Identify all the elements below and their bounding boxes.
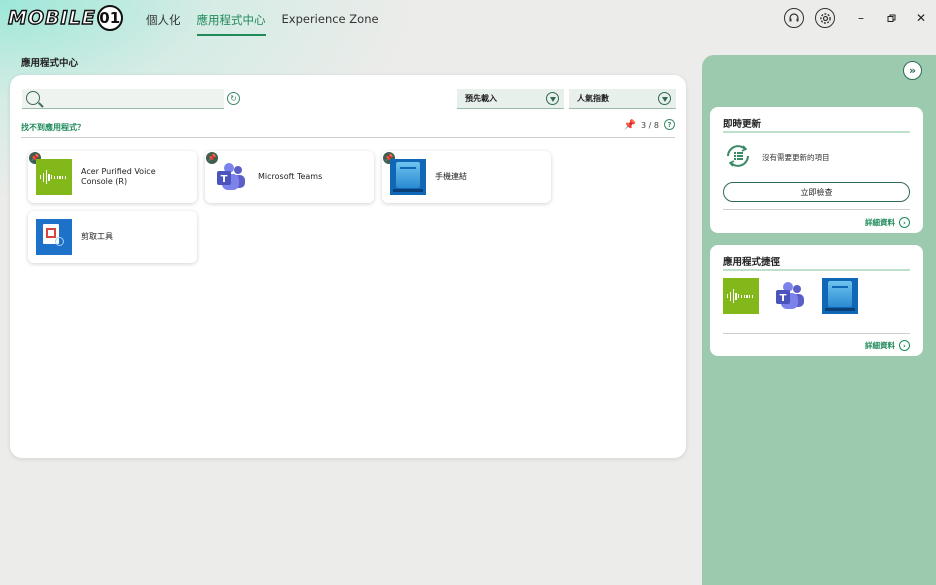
app-shortcuts-card: 應用程式捷徑 T 詳細資料 › — [710, 245, 923, 356]
app-card-teams[interactable]: 📌 T Microsoft Teams — [205, 151, 374, 203]
logo-text: MOBILE — [7, 6, 96, 29]
pin-count-text: 3 / 8 — [641, 121, 659, 130]
close-icon[interactable]: ✕ — [906, 8, 936, 28]
tab-experience-zone[interactable]: Experience Zone — [282, 12, 379, 36]
live-update-card: 即時更新 沒有需要更新的項目 立即檢查 詳細資料 › — [710, 107, 923, 233]
chevron-right-icon: › — [899, 217, 910, 228]
divider — [723, 269, 910, 271]
acer-purified-voice-icon — [36, 159, 72, 195]
teams-icon[interactable]: T — [772, 278, 808, 314]
app-card-acer-voice[interactable]: 📌 Acer Purified Voice Console (R) — [28, 151, 197, 203]
pin-icon: 📌 — [623, 120, 637, 131]
window-controls: – ✕ — [784, 8, 936, 28]
app-shortcuts-title: 應用程式捷徑 — [723, 257, 781, 268]
popularity-dropdown[interactable]: 人氣指數 — [569, 89, 676, 109]
mobile01-logo: MOBILE 01 — [7, 4, 146, 32]
preload-label: 預先載入 — [465, 94, 497, 103]
app-card-snipping-tool[interactable]: 剪取工具 — [28, 211, 197, 263]
refresh-icon[interactable]: ↻ — [227, 92, 240, 105]
app-card-label: 剪取工具 — [81, 232, 113, 241]
chevron-right-icon: › — [899, 340, 910, 351]
popularity-label: 人氣指數 — [577, 94, 609, 103]
divider — [723, 131, 910, 133]
collapse-panel-icon[interactable]: » — [903, 61, 922, 80]
help-icon[interactable]: ? — [664, 119, 675, 130]
shortcuts-details-link[interactable]: 詳細資料 › — [865, 340, 910, 351]
headset-icon[interactable] — [784, 8, 804, 28]
phone-link-icon[interactable] — [822, 278, 858, 314]
divider — [723, 333, 910, 334]
app-center-panel: ↻ 預先載入 人氣指數 找不到應用程式？ 📌 3 / 8 ? 📌 Acer Pu… — [10, 75, 686, 458]
minimize-icon[interactable]: – — [846, 8, 876, 28]
sidebar-panel: » 即時更新 沒有需要更新的項目 立即檢查 詳細資料 › 應用程式捷徑 T 詳細… — [702, 55, 936, 585]
snipping-tool-icon — [36, 219, 72, 255]
tab-personalize[interactable]: 個人化 — [146, 12, 181, 36]
search-box — [22, 89, 224, 109]
teams-icon: T — [213, 159, 249, 195]
logo-badge: 01 — [96, 5, 123, 31]
chevron-down-icon — [546, 92, 559, 105]
svg-text:T: T — [221, 174, 228, 185]
app-card-label: 手機連結 — [435, 172, 467, 181]
app-card-phone-link[interactable]: 📌 手機連結 — [382, 151, 551, 203]
divider — [21, 137, 675, 138]
preload-dropdown[interactable]: 預先載入 — [457, 89, 564, 109]
svg-text:T: T — [780, 293, 787, 304]
update-details-link[interactable]: 詳細資料 › — [865, 217, 910, 228]
phone-link-icon — [390, 159, 426, 195]
chevron-down-icon — [658, 92, 671, 105]
acer-purified-voice-icon[interactable] — [723, 278, 759, 314]
settings-icon[interactable] — [815, 8, 835, 28]
pin-counter: 📌 3 / 8 — [624, 120, 659, 131]
app-card-label: Acer Purified Voice Console (R) — [81, 167, 156, 186]
update-status: 沒有需要更新的項目 — [762, 153, 830, 162]
live-update-title: 即時更新 — [723, 119, 762, 130]
tab-app-center[interactable]: 應用程式中心 — [196, 12, 266, 36]
divider — [723, 209, 910, 210]
details-label: 詳細資料 — [865, 218, 895, 227]
page-title: 應用程式中心 — [21, 58, 79, 69]
check-now-button[interactable]: 立即檢查 — [723, 182, 910, 202]
app-card-label: Microsoft Teams — [258, 172, 323, 181]
main-nav: 個人化 應用程式中心 Experience Zone — [146, 12, 395, 36]
search-icon — [26, 91, 40, 105]
restore-icon[interactable] — [876, 8, 906, 28]
search-input[interactable] — [44, 91, 220, 107]
details-label: 詳細資料 — [865, 341, 895, 350]
cant-find-app-link[interactable]: 找不到應用程式？ — [21, 122, 85, 133]
sync-list-icon — [723, 143, 753, 169]
